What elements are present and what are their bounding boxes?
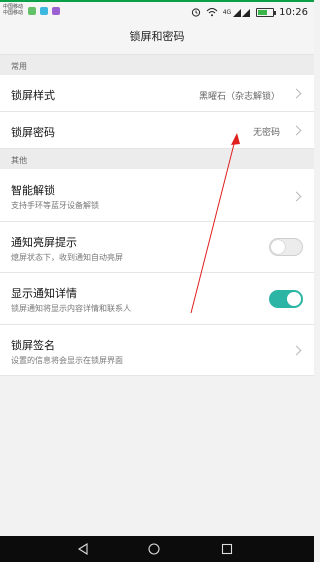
carrier-info: 中国移动 中国移动 (3, 4, 23, 16)
notify-wake-row[interactable]: 通知亮屏提示 熄屏状态下，收到通知自动亮屏 (0, 222, 314, 273)
recents-icon[interactable] (221, 543, 233, 555)
settings-screen: 中国移动 中国移动 4G 10:26 锁屏和密码 常用 锁屏样式 黑曜石（杂志解… (0, 0, 314, 562)
lock-signature-subtitle: 设置的信息将会显示在锁屏界面 (11, 356, 123, 365)
clock: 10:26 (279, 6, 308, 18)
show-details-toggle[interactable] (269, 290, 303, 308)
notify-wake-toggle[interactable] (269, 238, 303, 256)
chevron-right-icon (291, 191, 302, 202)
chevron-right-icon (291, 125, 302, 136)
section-common: 常用 (0, 55, 314, 75)
notify-wake-subtitle: 熄屏状态下，收到通知自动亮屏 (11, 253, 123, 262)
lock-signature-row[interactable]: 锁屏签名 设置的信息将会显示在锁屏界面 (0, 325, 314, 376)
smart-unlock-title: 智能解锁 (11, 184, 55, 197)
smart-unlock-subtitle: 支持手环等蓝牙设备解锁 (11, 201, 99, 210)
network-type: 4G (222, 8, 232, 16)
lock-password-title: 锁屏密码 (11, 126, 55, 139)
page-title: 锁屏和密码 (129, 30, 185, 43)
lock-password-value: 无密码 (252, 128, 280, 138)
lock-style-row[interactable]: 锁屏样式 黑曜石（杂志解锁） (0, 75, 314, 112)
battery-icon (256, 7, 277, 17)
back-icon[interactable] (77, 543, 89, 555)
show-details-row[interactable]: 显示通知详情 锁屏通知将显示内容详情和联系人 (0, 273, 314, 325)
lock-signature-title: 锁屏签名 (11, 339, 55, 352)
alarm-icon (191, 8, 200, 17)
empty-area (0, 376, 314, 536)
show-details-subtitle: 锁屏通知将显示内容详情和联系人 (11, 304, 131, 313)
signal-icon (233, 9, 251, 17)
status-bar: 中国移动 中国移动 4G 10:26 (0, 0, 314, 22)
media-app-icon (52, 7, 60, 15)
toggle-knob (287, 292, 301, 306)
header: 锁屏和密码 (0, 22, 314, 55)
message-app-icon (28, 7, 36, 15)
home-icon[interactable] (148, 543, 160, 555)
smart-unlock-row[interactable]: 智能解锁 支持手环等蓝牙设备解锁 (0, 169, 314, 222)
toggle-knob (271, 240, 285, 254)
notify-wake-title: 通知亮屏提示 (11, 236, 77, 249)
status-right: 4G 10:26 (191, 5, 308, 19)
carrier-2: 中国移动 (3, 10, 24, 16)
lock-style-title: 锁屏样式 (11, 89, 55, 102)
lock-style-value: 黑曜石（杂志解锁） (198, 92, 280, 102)
navigation-bar (0, 536, 314, 562)
section-other-label: 其他 (11, 156, 27, 165)
show-details-title: 显示通知详情 (11, 287, 77, 300)
chat-app-icon (40, 7, 48, 15)
section-common-label: 常用 (11, 62, 27, 71)
lock-password-row[interactable]: 锁屏密码 无密码 (0, 112, 314, 149)
chevron-right-icon (291, 345, 302, 356)
section-other: 其他 (0, 149, 314, 169)
chevron-right-icon (291, 88, 302, 99)
wifi-icon (206, 8, 218, 17)
